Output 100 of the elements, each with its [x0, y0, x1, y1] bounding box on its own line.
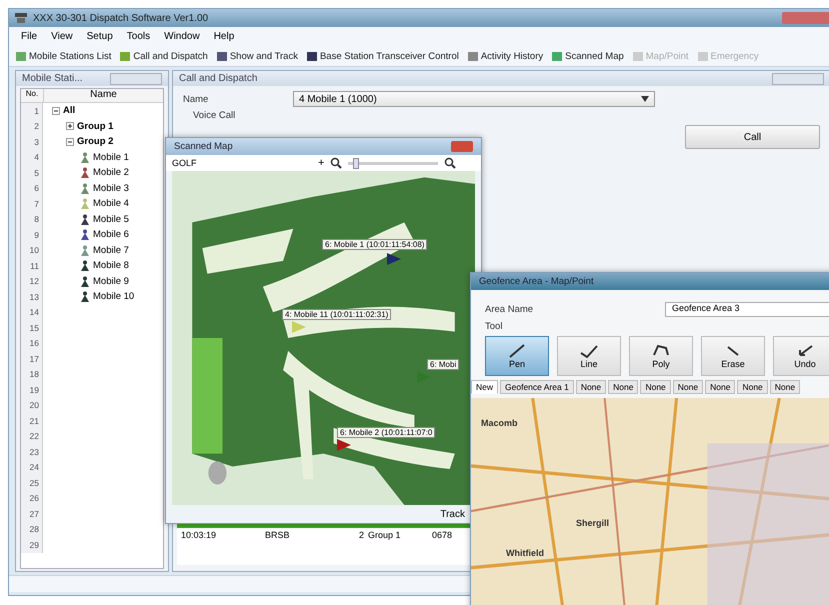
window-title: Scanned Map [174, 141, 233, 152]
tab[interactable]: New [471, 380, 498, 394]
row-number: 21 [21, 413, 43, 428]
marker-label: 6: Mobile 1 (10:01:11:54:08) [322, 239, 428, 250]
row-number: 9 [21, 227, 43, 242]
marker-label: 6: Mobi [427, 359, 460, 370]
tree-item[interactable]: Mobile 4 [93, 198, 129, 210]
tree-item[interactable]: Group 1 [77, 120, 114, 132]
row-number: 16 [21, 336, 43, 351]
zoom-in-icon[interactable] [444, 157, 456, 169]
tab[interactable]: None [608, 380, 638, 394]
column-header[interactable]: No. [21, 89, 44, 102]
toolbar-button[interactable]: Base Station Transceiver Control [304, 48, 461, 64]
panel-title: Call and Dispatch [179, 73, 258, 84]
voice-call-label: Voice Call [193, 110, 236, 121]
menu-item[interactable]: Setup [86, 31, 113, 42]
tree-item[interactable]: Mobile 9 [93, 276, 129, 287]
tool-label: Tool [485, 321, 504, 332]
tab[interactable]: None [640, 380, 671, 394]
row-number: 17 [21, 351, 43, 366]
row-number: 29 [21, 537, 43, 552]
tree-item[interactable]: Mobile 8 [93, 260, 129, 272]
row-number: 12 [21, 274, 43, 289]
row-number: 27 [21, 506, 43, 522]
toolbar-icon [696, 50, 709, 62]
dropdown-arrow-icon[interactable] [641, 96, 649, 102]
tab[interactable]: None [705, 380, 736, 394]
tree-item[interactable]: Mobile 2 [93, 167, 129, 178]
column-header[interactable]: Name [44, 89, 163, 102]
tree-item[interactable]: Mobile 6 [93, 229, 129, 240]
menu-item[interactable]: File [21, 31, 38, 42]
collapse-icon[interactable] [52, 106, 60, 115]
row-number: 2 [21, 118, 43, 134]
table-cell: 0678 [432, 530, 452, 540]
row-number: 6 [21, 180, 43, 196]
menu-item[interactable]: Window [164, 31, 200, 42]
table-cell-text: Group 1 [368, 530, 402, 540]
tab[interactable]: None [770, 380, 800, 394]
tree-item[interactable]: Mobile 7 [93, 244, 129, 256]
tree-item[interactable]: Mobile 5 [93, 214, 129, 225]
tree-item[interactable]: Group 2 [77, 136, 114, 148]
toolbar-button[interactable]: Mobile Stations List [13, 48, 114, 64]
footer-label: Track [440, 508, 465, 520]
row-number: 23 [21, 444, 43, 460]
tab[interactable]: None [737, 380, 768, 394]
place-label: Macomb [481, 418, 518, 428]
tab[interactable]: Geofence Area 1 [500, 380, 574, 394]
toolbar-icon [306, 50, 318, 62]
row-number: 4 [21, 150, 43, 165]
checkmark-icon [578, 343, 600, 359]
name-dropdown[interactable]: 4 Mobile 1 (1000) [293, 91, 655, 107]
menu-item[interactable]: Tools [126, 31, 150, 42]
tool-button[interactable]: Undo [773, 336, 829, 376]
row-number: 26 [21, 490, 43, 506]
toolbar-icon [216, 50, 228, 62]
panel-title: Mobile Stati... [22, 73, 83, 84]
row-number: 15 [21, 320, 43, 336]
toolbar-icon [119, 50, 132, 62]
row-number: 20 [21, 398, 43, 413]
toolbar-button[interactable]: Activity History [464, 48, 546, 64]
row-number: 25 [21, 475, 43, 490]
flag-marker-icon[interactable] [417, 371, 431, 383]
add-button[interactable]: + [318, 157, 324, 169]
place-label: Whitfield [506, 548, 544, 558]
toolbar-icon [632, 50, 644, 62]
tab[interactable]: None [672, 380, 704, 394]
menu-item[interactable]: View [51, 31, 73, 42]
tool-button[interactable]: Pen [485, 336, 549, 376]
tree-item[interactable]: Mobile 3 [93, 182, 129, 194]
row-number: 14 [21, 304, 43, 320]
app-icon [14, 12, 28, 24]
table-cell-text: 10:03:19 [181, 530, 218, 540]
collapse-icon[interactable] [66, 138, 74, 146]
tree-item[interactable]: Mobile 1 [93, 152, 129, 163]
area-name-field[interactable]: Geofence Area 3 [665, 302, 829, 317]
tool-button[interactable]: Line [557, 336, 621, 376]
tool-button[interactable]: Poly [629, 336, 693, 376]
slider-thumb[interactable] [352, 158, 359, 168]
menu-item[interactable]: Help [214, 31, 234, 42]
toolbar-button[interactable]: Show and Track [214, 48, 300, 64]
toolbar-icon [466, 50, 479, 62]
toolbar-button[interactable]: Call and Dispatch [117, 48, 210, 64]
expand-icon[interactable] [66, 122, 74, 130]
tree-item[interactable]: Mobile 10 [93, 291, 134, 302]
zoom-out-icon[interactable] [330, 157, 342, 169]
map-selector[interactable]: GOLF [172, 158, 312, 168]
table-cell-text: 2 [358, 530, 364, 540]
call-button[interactable]: Call [685, 125, 820, 149]
window-title: XXX 30-301 Dispatch Software Ver1.00 [33, 12, 208, 24]
tab[interactable]: None [576, 380, 606, 394]
tool-button[interactable]: Erase [701, 336, 765, 376]
toolbar-icon [15, 50, 27, 62]
row-number: 19 [21, 382, 43, 398]
tree-item[interactable]: All [63, 105, 76, 116]
window-title: Geofence Area - Map/Point [479, 276, 594, 287]
row-number: 28 [21, 522, 43, 537]
row-number: 22 [21, 428, 43, 444]
toolbar-button[interactable]: Scanned Map [549, 48, 626, 64]
flag-marker-icon[interactable] [387, 253, 401, 265]
row-number: 18 [21, 366, 43, 382]
